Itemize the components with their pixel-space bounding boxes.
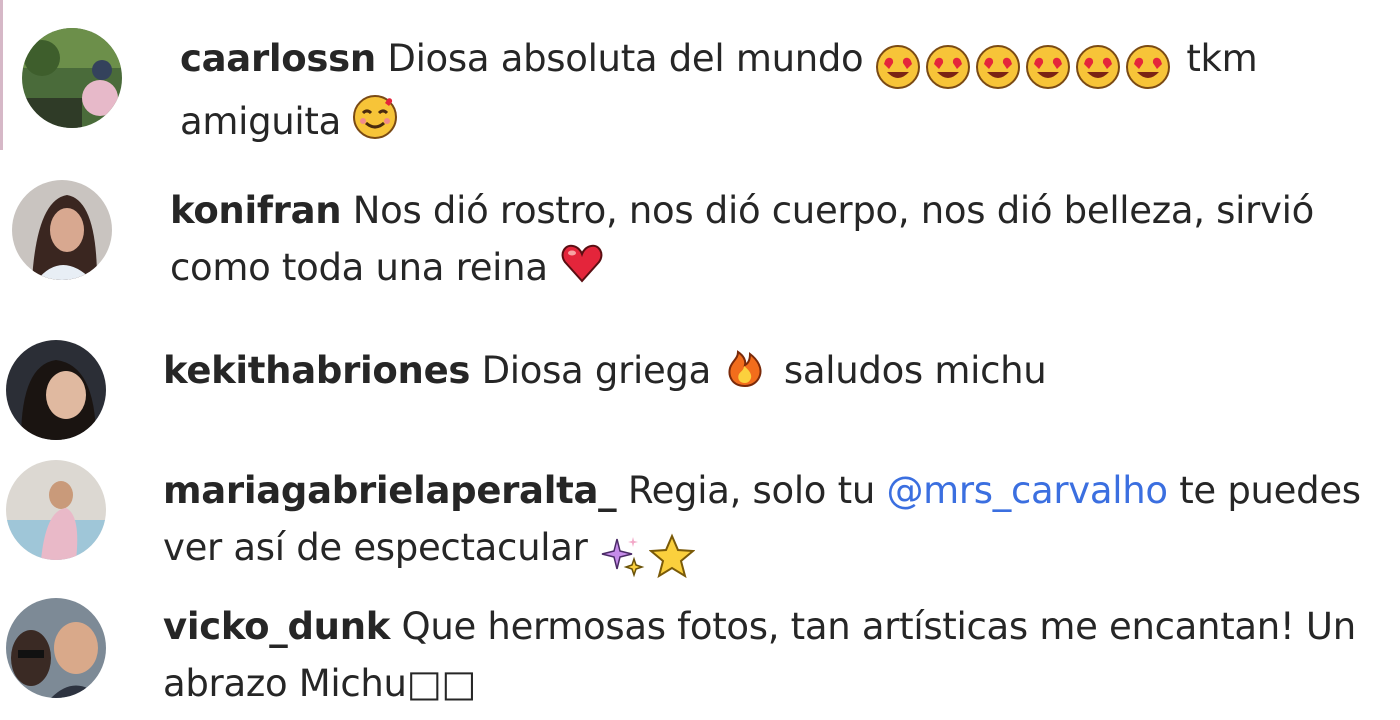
comment-username[interactable]: mariagabrielaperalta_ xyxy=(163,469,617,512)
red-heart-emoji xyxy=(559,240,605,286)
comment-text: saludos michu xyxy=(783,349,1047,392)
comment-text: Diosa absoluta del mundo xyxy=(387,37,864,80)
heart-eyes-emoji xyxy=(1075,44,1121,90)
comment-body: konifran Nos dió rostro, nos dió cuerpo,… xyxy=(170,182,1314,296)
comment-text: abrazo Michu□□ xyxy=(163,662,477,705)
heart-eyes-emoji xyxy=(875,44,921,90)
comment-text: Nos dió rostro, nos dió cuerpo, nos dió … xyxy=(352,189,1314,232)
comment-item: kekithabriones Diosa griega saludos mich… xyxy=(0,320,1400,440)
smiling-hearts-emoji xyxy=(352,94,398,140)
heart-eyes-emoji xyxy=(1125,44,1171,90)
comment-username[interactable]: konifran xyxy=(170,189,342,232)
heart-eyes-emoji xyxy=(925,44,971,90)
avatar[interactable] xyxy=(6,340,106,440)
avatar[interactable] xyxy=(6,598,106,698)
comment-item: caarlossn Diosa absoluta del mundo tkm a… xyxy=(0,0,1400,160)
emoji-group xyxy=(599,525,699,582)
avatar[interactable] xyxy=(12,180,112,280)
comment-text: amiguita xyxy=(180,100,341,143)
star-emoji xyxy=(648,532,695,579)
mention-link[interactable]: @mrs_carvalho xyxy=(886,469,1168,512)
comment-item: mariagabrielaperalta_ Regia, solo tu @mr… xyxy=(0,440,1400,590)
heart-eyes-emoji xyxy=(1025,44,1071,90)
comment-text: ver así de espectacular xyxy=(163,526,588,569)
comment-username[interactable]: vicko_dunk xyxy=(163,605,390,648)
heart-eyes-emoji xyxy=(975,44,1021,90)
comment-text: Diosa griega xyxy=(481,349,712,392)
comment-text: Regia, solo tu xyxy=(627,469,875,512)
comment-text: tkm xyxy=(1186,37,1258,80)
comment-body: mariagabrielaperalta_ Regia, solo tu @mr… xyxy=(163,462,1361,582)
comment-item: konifran Nos dió rostro, nos dió cuerpo,… xyxy=(0,160,1400,320)
comment-body: kekithabriones Diosa griega saludos mich… xyxy=(163,342,1047,399)
comment-body: vicko_dunk Que hermosas fotos, tan artís… xyxy=(163,598,1356,712)
avatar[interactable] xyxy=(22,28,122,128)
avatar[interactable] xyxy=(6,460,106,560)
comment-text: como toda una reina xyxy=(170,246,548,289)
comment-text: Que hermosas fotos, tan artísticas me en… xyxy=(401,605,1357,648)
comment-username[interactable]: kekithabriones xyxy=(163,349,470,392)
comment-username[interactable]: caarlossn xyxy=(180,37,376,80)
comment-text: te puedes xyxy=(1179,469,1361,512)
comment-item: vicko_dunk Que hermosas fotos, tan artís… xyxy=(0,590,1400,720)
fire-emoji xyxy=(722,343,768,389)
emoji-group xyxy=(875,36,1175,93)
sparkles-emoji xyxy=(599,533,645,579)
comment-body: caarlossn Diosa absoluta del mundo tkm a… xyxy=(180,30,1258,150)
